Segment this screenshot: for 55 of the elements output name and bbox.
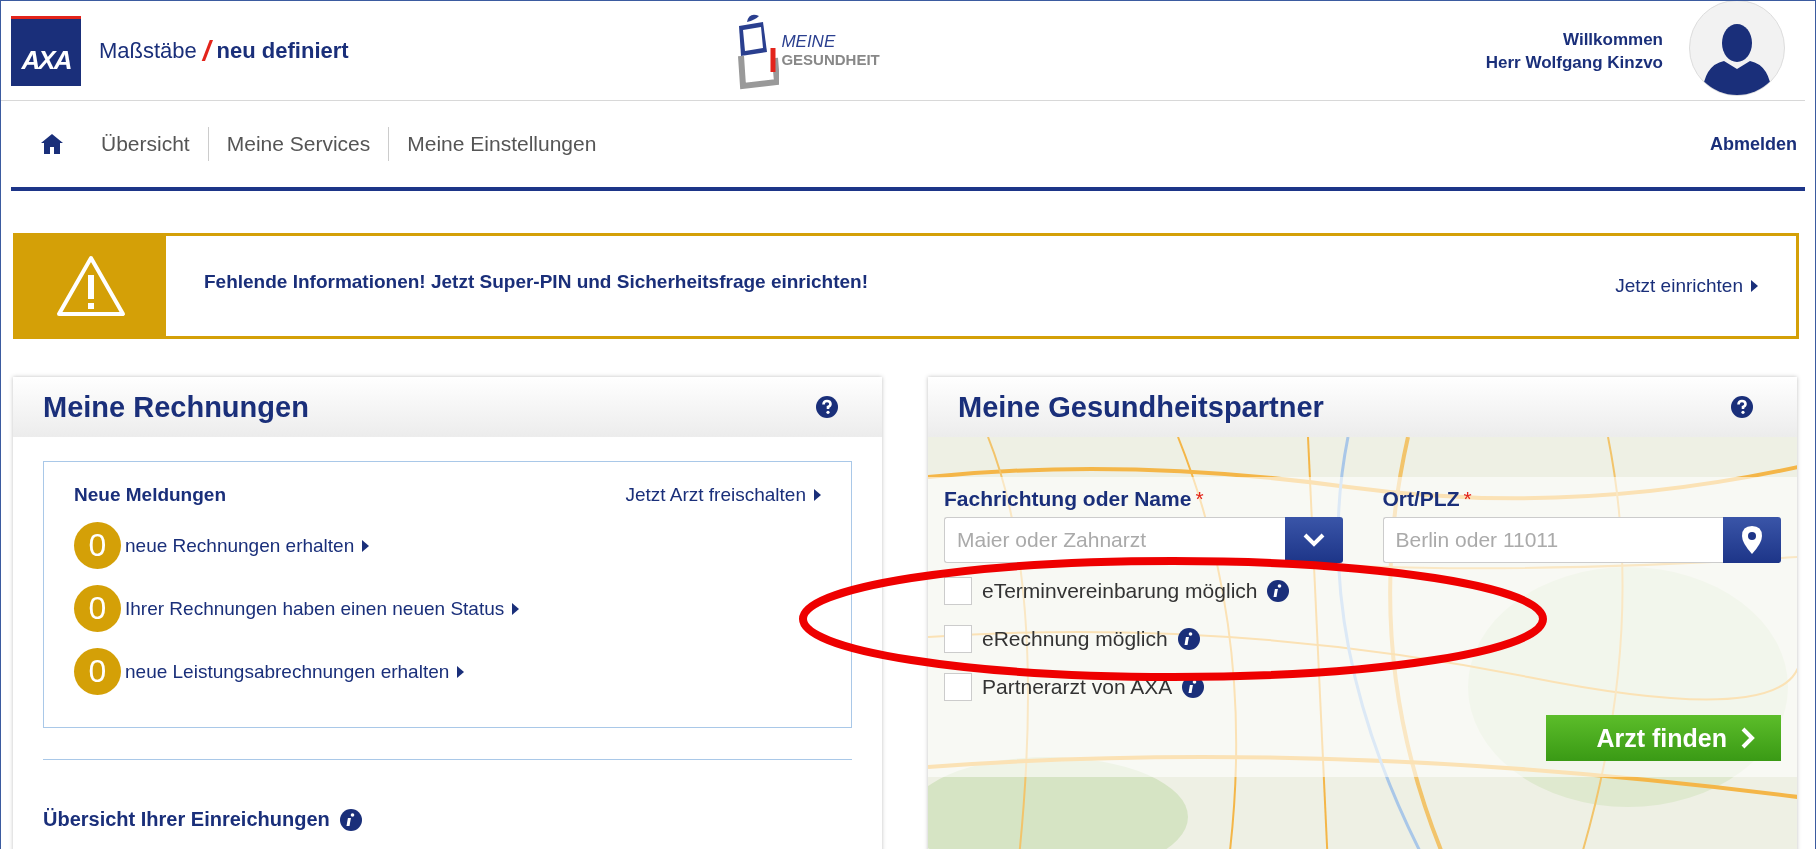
notice-link[interactable]: neue Rechnungen erhalten	[125, 534, 370, 557]
nav-link[interactable]: Übersicht	[101, 132, 208, 156]
info-icon	[339, 808, 362, 831]
logout-link[interactable]: Abmelden	[1710, 133, 1797, 155]
warning-icon	[56, 255, 126, 317]
nav-link[interactable]: Meine Einstellungen	[389, 132, 615, 156]
checkbox-label: eTerminvereinbarung möglich	[982, 579, 1258, 603]
home-icon	[41, 134, 63, 154]
caret-icon	[512, 602, 520, 615]
notice-link[interactable]: Ihrer Rechnungen haben einen neuen Status	[125, 597, 520, 620]
setup-link[interactable]: Jetzt einrichten	[1615, 275, 1796, 297]
location-field[interactable]: Berlin oder 11011	[1382, 517, 1723, 563]
chevron-down-icon	[1302, 533, 1325, 547]
notices-heading: Neue Meldungen	[74, 484, 226, 506]
info-icon	[1177, 628, 1200, 650]
chevron-right-icon	[1741, 727, 1755, 749]
count-badge: 0	[74, 648, 121, 695]
welcome-text: Willkommen	[1562, 28, 1663, 51]
checkbox-label: Partnerarzt von AXA	[982, 675, 1173, 699]
map-pin-icon	[1742, 526, 1762, 554]
caret-icon	[362, 539, 370, 552]
field-label: Fachrichtung oder Name	[944, 487, 1192, 511]
specialty-field[interactable]: Maier oder Zahnarzt	[944, 517, 1285, 563]
help-icon	[816, 396, 838, 418]
help-icon	[1731, 396, 1753, 418]
checkbox[interactable]	[944, 577, 972, 605]
required-mark: *	[1195, 487, 1204, 511]
panel-title: Meine Rechnungen	[43, 390, 309, 424]
unlock-doctor-link[interactable]: Jetzt Arzt freischalten	[625, 484, 821, 506]
count-badge: 0	[74, 522, 121, 569]
tagline-accent: neu definiert	[216, 37, 349, 64]
app-logo-text: MEINE	[781, 32, 837, 51]
tagline-slash: /	[202, 34, 211, 67]
axa-logo: AXA	[11, 15, 81, 86]
checkbox[interactable]	[944, 625, 972, 653]
user-name: Herr Wolfgang Kinzvo	[1485, 51, 1663, 74]
checkbox[interactable]	[944, 673, 972, 701]
checkbox-label: eRechnung möglich	[982, 627, 1168, 651]
required-mark: *	[1463, 487, 1472, 511]
caret-icon	[457, 665, 465, 678]
tagline-text: Maßstäbe	[99, 37, 197, 64]
caret-icon	[814, 489, 821, 501]
home-button[interactable]	[41, 134, 63, 154]
notice-link[interactable]: neue Leistungsabrechnungen erhalten	[125, 660, 465, 683]
alert-message: Fehlende Informationen! Jetzt Super-PIN und Sicherheitsfrage einrichten!	[203, 271, 870, 293]
count-badge: 0	[74, 585, 121, 632]
submissions-heading: Übersicht Ihrer Einreichungen	[43, 808, 330, 831]
nav-link[interactable]: Meine Services	[208, 132, 389, 156]
dropdown-button[interactable]	[1284, 517, 1343, 563]
caret-icon	[1751, 280, 1758, 292]
panel-title: Meine Gesundheitspartner	[958, 390, 1324, 424]
app-logo-text: GESUNDHEIT	[781, 50, 880, 69]
field-label: Ort/PLZ	[1382, 487, 1460, 511]
info-icon	[1267, 580, 1290, 602]
locate-button[interactable]	[1723, 517, 1781, 563]
